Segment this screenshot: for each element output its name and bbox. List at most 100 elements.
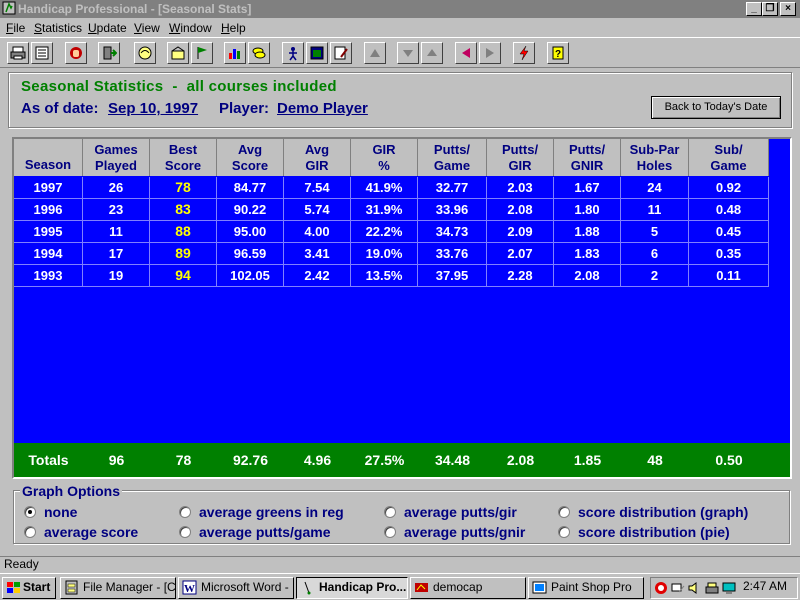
task-microsoft-word[interactable]: W Microsoft Word - ... — [178, 577, 294, 599]
radio-score-distribution-graph[interactable]: score distribution (graph) — [558, 504, 748, 520]
table-row[interactable]: 1995 11 88 95.00 4.00 22.2% 34.73 2.09 1.88 5 0.45 — [14, 221, 769, 243]
cell-gir-pct: 13.5% — [351, 265, 418, 287]
bar-chart-icon[interactable] — [224, 42, 246, 64]
radio-button[interactable] — [558, 526, 570, 538]
radio-button[interactable] — [558, 506, 570, 518]
player-icon[interactable] — [282, 42, 304, 64]
table-row[interactable]: 1994 17 89 96.59 3.41 19.0% 33.76 2.07 1.83 6 0.35 — [14, 243, 769, 265]
cell-sub-game: 0.48 — [689, 199, 769, 221]
cell-sub-game: 0.35 — [689, 243, 769, 265]
menu-statistics[interactable]: Statistics — [34, 21, 82, 35]
minimize-button[interactable]: _ — [746, 2, 762, 16]
edit-icon[interactable] — [330, 42, 352, 64]
header-text: GNIR — [570, 157, 604, 173]
stop-hand-icon[interactable] — [65, 42, 87, 64]
radio-label: average putts/gnir — [404, 524, 526, 540]
menu-view[interactable]: View — [134, 21, 160, 35]
coins-icon[interactable] — [248, 42, 270, 64]
golfer-icon[interactable] — [134, 42, 156, 64]
task-label: Microsoft Word - ... — [201, 580, 294, 594]
print-icon[interactable] — [7, 42, 29, 64]
start-button[interactable]: Start — [2, 577, 56, 599]
menu-update[interactable]: Update — [88, 21, 127, 35]
column-header-games-played[interactable]: Games Played — [83, 139, 150, 176]
menu-file[interactable]: File — [6, 21, 25, 35]
table-row[interactable]: 1996 23 83 90.22 5.74 31.9% 33.96 2.08 1.80 11 0.4… — [14, 199, 769, 221]
down-arrow-icon[interactable] — [397, 42, 419, 64]
as-of-date-value[interactable]: Sep 10, 1997 — [108, 100, 198, 117]
window-icon[interactable] — [306, 42, 328, 64]
back-to-today-button[interactable]: Back to Today's Date — [651, 96, 781, 119]
radio-average-greens-in-reg[interactable]: average greens in reg — [179, 504, 344, 520]
radio-button[interactable] — [384, 506, 396, 518]
menu-window[interactable]: Window — [169, 21, 212, 35]
lightning-icon[interactable] — [513, 42, 535, 64]
radio-button[interactable] — [179, 506, 191, 518]
page-title: Seasonal Statistics - all courses includ… — [21, 78, 337, 95]
column-header-avg-gir[interactable]: Avg GIR — [284, 139, 351, 176]
column-header-gir-pct[interactable]: GIR% — [351, 139, 418, 176]
radio-score-distribution-pie[interactable]: score distribution (pie) — [558, 524, 730, 540]
radio-average-putts-game[interactable]: average putts/game — [179, 524, 331, 540]
total-putts-game: 34.48 — [434, 452, 471, 468]
column-header-season[interactable]: Season — [14, 139, 83, 176]
radio-none[interactable]: none — [24, 504, 77, 520]
total-best-score: 78 — [175, 452, 192, 468]
column-header-putts-gnir[interactable]: Putts/GNIR — [554, 139, 621, 176]
task-paint-shop-pro[interactable]: Paint Shop Pro — [528, 577, 644, 599]
radio-average-putts-gnir[interactable]: average putts/gnir — [384, 524, 525, 540]
radio-button[interactable] — [384, 526, 396, 538]
column-header-avg-score[interactable]: Avg Score — [217, 139, 284, 176]
task-handicap-pro[interactable]: Handicap Pro... — [296, 577, 408, 599]
cell-avg-score: 84.77 — [217, 177, 284, 199]
enter-round-icon[interactable] — [98, 42, 120, 64]
monitor-icon[interactable] — [721, 580, 737, 596]
radio-average-score[interactable]: average score — [24, 524, 138, 540]
up-arrow-icon[interactable] — [421, 42, 443, 64]
column-header-putts-gir[interactable]: Putts/GIR — [487, 139, 554, 176]
taskbar: Start File Manager - [C... W Microsoft W… — [0, 573, 800, 600]
menu-help[interactable]: Help — [221, 21, 246, 35]
radio-button[interactable] — [24, 526, 36, 538]
cell-avg-score: 102.05 — [217, 265, 284, 287]
task-file-manager[interactable]: File Manager - [C... — [60, 577, 176, 599]
app-icon[interactable] — [2, 1, 16, 15]
cell-games-played: 26 — [83, 177, 150, 199]
task-democap[interactable]: democap — [410, 577, 526, 599]
cell-best-score: 89 — [150, 243, 217, 265]
disabled-tool-icon[interactable] — [364, 42, 386, 64]
cell-sub-game: 0.45 — [689, 221, 769, 243]
header-text: Games — [94, 141, 138, 157]
column-header-sub-par-holes[interactable]: Sub-Par Holes — [621, 139, 689, 176]
restore-button[interactable]: ❐ — [762, 2, 778, 16]
red-q-icon[interactable] — [653, 580, 669, 596]
header-text: Game — [433, 157, 471, 173]
total-putts-gir: 2.08 — [506, 452, 535, 468]
cell-sub-par-holes: 24 — [621, 177, 689, 199]
scorecard-icon[interactable] — [31, 42, 53, 64]
close-button[interactable]: × — [780, 2, 796, 16]
forward-arrow-icon[interactable] — [479, 42, 501, 64]
header-text: Sub-Par — [629, 141, 680, 157]
total-gir-pct: 27.5% — [364, 452, 405, 468]
player-value[interactable]: Demo Player — [277, 100, 368, 117]
course-icon[interactable] — [167, 42, 189, 64]
table-row[interactable]: 1993 19 94 102.05 2.42 13.5% 37.95 2.28 2.08 2 0.1… — [14, 265, 769, 287]
golf-app-icon — [304, 581, 311, 595]
help-icon[interactable]: ? — [547, 42, 569, 64]
flag-icon[interactable] — [191, 42, 213, 64]
cell-sub-par-holes: 6 — [621, 243, 689, 265]
speaker-icon[interactable] — [687, 580, 703, 596]
back-arrow-icon[interactable] — [455, 42, 477, 64]
cell-putts-gnir: 1.67 — [554, 177, 621, 199]
printer-tray-icon[interactable] — [704, 580, 720, 596]
radio-average-putts-gir[interactable]: average putts/gir — [384, 504, 517, 520]
radio-button-selected[interactable] — [24, 506, 36, 518]
radio-button[interactable] — [179, 526, 191, 538]
column-header-sub-game[interactable]: Sub/Game — [689, 139, 769, 176]
column-header-best-score[interactable]: Best Score — [150, 139, 217, 176]
table-row[interactable]: 1997 26 78 84.77 7.54 41.9% 32.77 2.03 1.67 24 0.9… — [14, 177, 769, 199]
total-games-played: 96 — [108, 452, 125, 468]
column-header-putts-game[interactable]: Putts/Game — [418, 139, 487, 176]
network-icon[interactable] — [670, 580, 686, 596]
